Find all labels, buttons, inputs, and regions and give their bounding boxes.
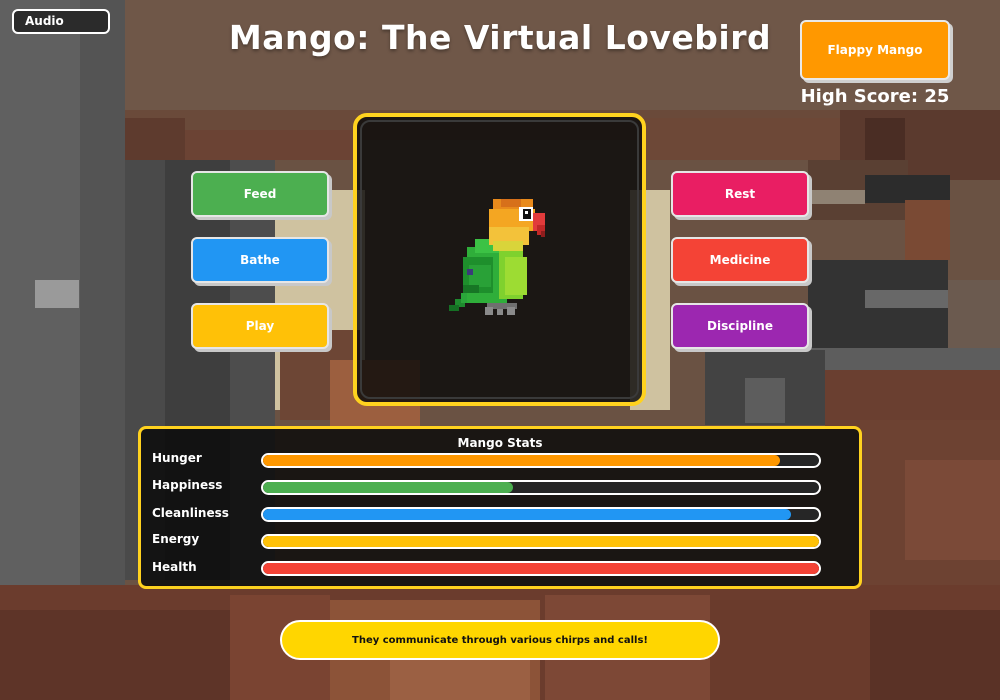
stat-label-happiness: Happiness bbox=[152, 478, 223, 492]
stat-fill-cleanliness bbox=[263, 509, 792, 520]
stat-bar-energy bbox=[261, 534, 821, 549]
stat-fill-happiness bbox=[263, 482, 514, 493]
stat-fill-health bbox=[263, 563, 819, 574]
stat-label-energy: Energy bbox=[152, 532, 200, 546]
lovebird-sprite[interactable] bbox=[449, 195, 549, 335]
pet-display-frame bbox=[353, 113, 646, 406]
play-button[interactable]: Play bbox=[191, 303, 329, 349]
feed-button[interactable]: Feed bbox=[191, 171, 329, 217]
discipline-button[interactable]: Discipline bbox=[671, 303, 809, 349]
fact-banner: They communicate through various chirps … bbox=[280, 620, 720, 660]
medicine-button[interactable]: Medicine bbox=[671, 237, 809, 283]
rest-button[interactable]: Rest bbox=[671, 171, 809, 217]
high-score-label: High Score: 25 bbox=[800, 86, 950, 107]
stats-panel: Mango Stats Hunger Happiness Cleanliness… bbox=[138, 426, 862, 589]
stat-label-health: Health bbox=[152, 560, 197, 574]
stat-label-cleanliness: Cleanliness bbox=[152, 506, 229, 520]
stat-bar-happiness bbox=[261, 480, 821, 495]
bathe-button[interactable]: Bathe bbox=[191, 237, 329, 283]
stat-bar-cleanliness bbox=[261, 507, 821, 522]
flappy-mango-button[interactable]: Flappy Mango bbox=[800, 20, 950, 80]
stat-fill-energy bbox=[263, 536, 819, 547]
stat-fill-hunger bbox=[263, 455, 781, 466]
stat-label-hunger: Hunger bbox=[152, 451, 202, 465]
stat-bar-health bbox=[261, 561, 821, 576]
stats-title: Mango Stats bbox=[457, 436, 543, 450]
stat-bar-hunger bbox=[261, 453, 821, 468]
